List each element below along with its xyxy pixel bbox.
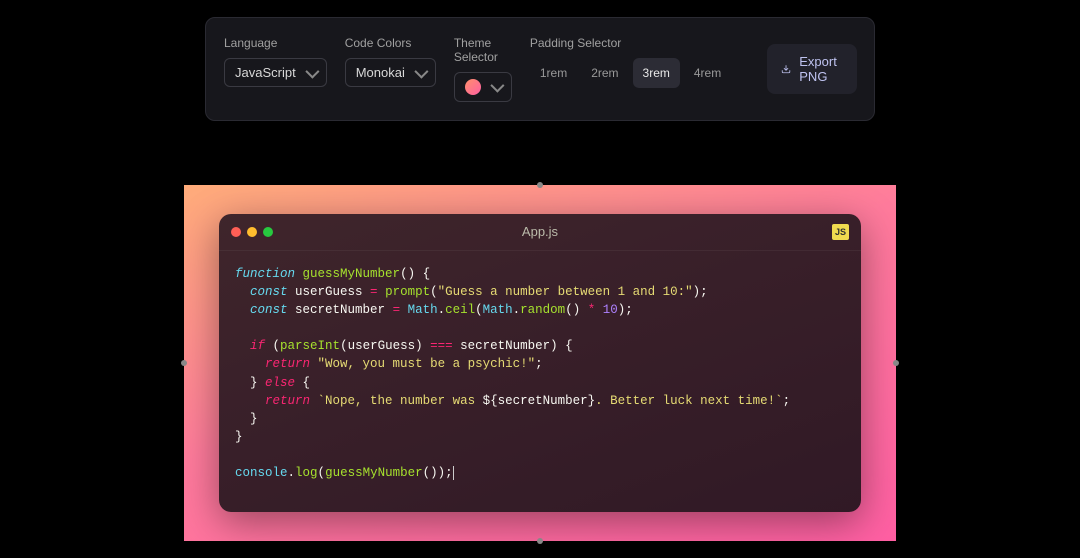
export-button[interactable]: Export PNG bbox=[767, 44, 857, 94]
theme-group: Theme Selector bbox=[454, 36, 512, 102]
resize-handle-right[interactable] bbox=[893, 360, 899, 366]
colors-value: Monokai bbox=[356, 65, 405, 80]
padding-group: Padding Selector 1rem 2rem 3rem 4rem bbox=[530, 36, 731, 88]
colors-label: Code Colors bbox=[345, 36, 436, 50]
language-group: Language JavaScript bbox=[224, 36, 327, 87]
language-label: Language bbox=[224, 36, 327, 50]
maximize-icon bbox=[263, 227, 273, 237]
canvas-wrapper: App.js JS function guessMyNumber() { con… bbox=[184, 185, 896, 541]
theme-label: Theme Selector bbox=[454, 36, 512, 64]
code-editor: App.js JS function guessMyNumber() { con… bbox=[219, 214, 861, 513]
padding-label: Padding Selector bbox=[530, 36, 731, 50]
theme-dropdown[interactable] bbox=[454, 72, 512, 102]
toolbar: Language JavaScript Code Colors Monokai … bbox=[205, 17, 875, 121]
chevron-down-icon bbox=[414, 64, 428, 78]
resize-handle-top[interactable] bbox=[537, 182, 543, 188]
theme-swatch-icon bbox=[465, 79, 481, 95]
minimize-icon bbox=[247, 227, 257, 237]
window-controls bbox=[231, 227, 273, 237]
preview-canvas: App.js JS function guessMyNumber() { con… bbox=[184, 185, 896, 541]
colors-group: Code Colors Monokai bbox=[345, 36, 436, 87]
resize-handle-bottom[interactable] bbox=[537, 538, 543, 544]
padding-option-1rem[interactable]: 1rem bbox=[530, 58, 577, 88]
language-value: JavaScript bbox=[235, 65, 296, 80]
chevron-down-icon bbox=[490, 79, 504, 93]
code-area[interactable]: function guessMyNumber() { const userGue… bbox=[219, 251, 861, 513]
colors-dropdown[interactable]: Monokai bbox=[345, 58, 436, 87]
close-icon bbox=[231, 227, 241, 237]
padding-option-3rem[interactable]: 3rem bbox=[633, 58, 680, 88]
download-icon bbox=[781, 61, 791, 77]
editor-header: App.js JS bbox=[219, 214, 861, 251]
filename[interactable]: App.js bbox=[522, 224, 558, 239]
export-label: Export PNG bbox=[799, 54, 843, 84]
padding-option-4rem[interactable]: 4rem bbox=[684, 58, 731, 88]
language-dropdown[interactable]: JavaScript bbox=[224, 58, 327, 87]
padding-option-2rem[interactable]: 2rem bbox=[581, 58, 628, 88]
chevron-down-icon bbox=[305, 64, 319, 78]
language-badge: JS bbox=[832, 224, 849, 240]
resize-handle-left[interactable] bbox=[181, 360, 187, 366]
padding-options: 1rem 2rem 3rem 4rem bbox=[530, 58, 731, 88]
